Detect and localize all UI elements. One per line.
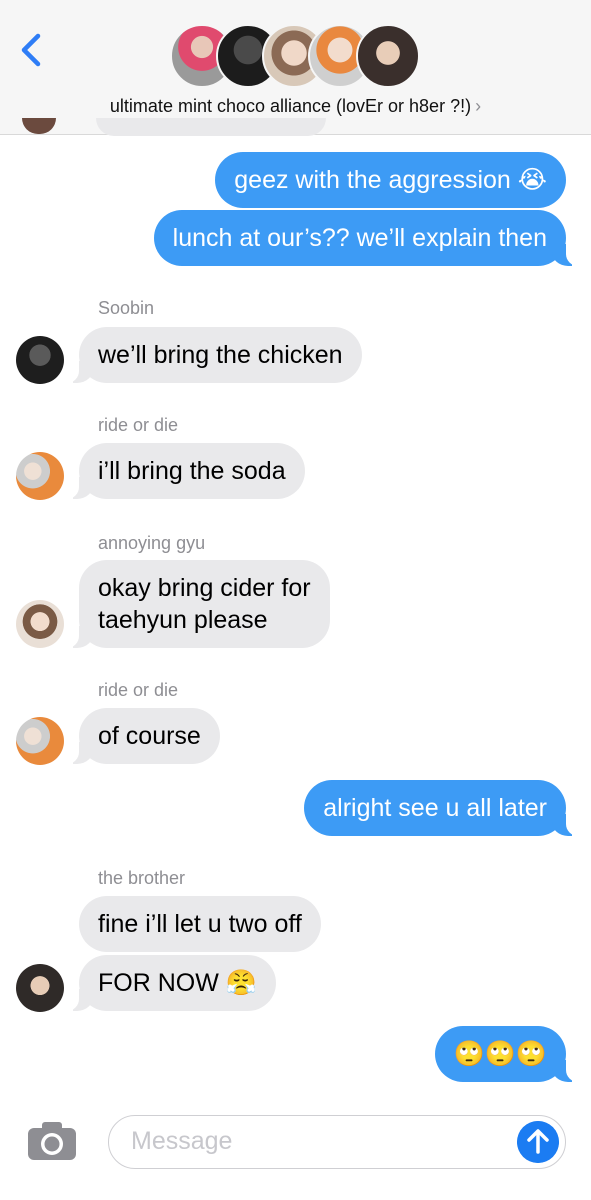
message-text: geez with the aggression 😭 (234, 166, 547, 194)
conversation-header: ultimate mint choco alliance (lovEr or h… (0, 0, 591, 135)
send-button[interactable] (517, 1121, 559, 1163)
message-bubble-outgoing[interactable]: lunch at our’s?? we’ll explain then (153, 210, 581, 266)
avatar (16, 452, 64, 500)
message-bubble-outgoing[interactable]: geez with the aggression 😭 (215, 152, 566, 208)
message-bubble-outgoing[interactable]: 🙄🙄🙄 (434, 1026, 581, 1082)
message-text: fine i’ll let u two off (98, 910, 302, 938)
message-input[interactable]: Message (108, 1115, 566, 1169)
avatar (16, 600, 64, 648)
message-text: lunch at our’s?? we’ll explain then (172, 224, 547, 252)
message-bubble-incoming[interactable]: i’ll bring the soda (65, 443, 305, 499)
camera-icon[interactable] (26, 1120, 78, 1162)
avatar (16, 717, 64, 765)
message-bubble-incoming (96, 118, 326, 136)
chevron-left-icon[interactable] (16, 30, 46, 70)
message-bubble-incoming[interactable]: fine i’ll let u two off (79, 896, 321, 952)
group-name: ultimate mint choco alliance (lovEr or h… (109, 96, 472, 116)
chevron-right-icon: › (475, 96, 482, 116)
avatar (356, 24, 420, 88)
sender-name: ride or die (98, 415, 179, 435)
message-text: 🙄🙄🙄 (453, 1039, 547, 1068)
message-text-line: okay bring cider for (98, 574, 311, 602)
message-bubble-incoming[interactable]: we’ll bring the chicken (65, 327, 362, 383)
group-title[interactable]: ultimate mint choco alliance (lovEr or h… (0, 96, 591, 117)
avatar (16, 336, 64, 384)
sender-name: the brother (98, 868, 186, 888)
message-bubble-incoming[interactable]: okay bring cider for taehyun please (65, 560, 330, 648)
message-input-placeholder: Message (131, 1127, 233, 1155)
message-text: of course (98, 722, 201, 750)
avatar (16, 964, 64, 1012)
message-bubble-outgoing[interactable]: alright see u all later (304, 780, 580, 836)
message-text: i’ll bring the soda (98, 457, 286, 485)
group-avatars[interactable] (170, 24, 430, 90)
sender-name: annoying gyu (98, 533, 206, 553)
message-bubble-incoming[interactable]: of course (65, 708, 220, 764)
message-text: alright see u all later (323, 794, 547, 822)
sender-name: ride or die (98, 680, 179, 700)
message-text-line: taehyun please (98, 606, 268, 634)
message-bubble-incoming[interactable]: FOR NOW 😤 (65, 955, 276, 1011)
sender-name: Soobin (98, 298, 155, 318)
message-text: we’ll bring the chicken (98, 341, 343, 369)
message-text: FOR NOW 😤 (98, 969, 257, 997)
